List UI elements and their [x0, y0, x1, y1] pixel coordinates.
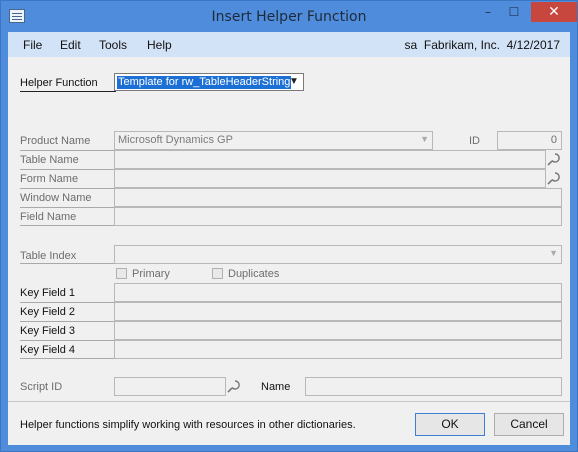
menu-bar: File Edit Tools Help sa Fabrikam, Inc. 4…: [8, 32, 570, 57]
key-field-2-field[interactable]: [114, 302, 562, 321]
helper-function-dropdown[interactable]: Template for rw_TableHeaderString ▼: [114, 73, 304, 91]
field-name-label: Field Name: [20, 211, 77, 223]
row-divider: [20, 263, 114, 264]
menu-help[interactable]: Help: [147, 38, 172, 52]
id-label: ID: [469, 135, 480, 147]
table-name-label: Table Name: [20, 154, 79, 166]
row-divider: [20, 207, 114, 208]
product-name-dropdown[interactable]: Microsoft Dynamics GP ▼: [114, 131, 433, 150]
key-field-3-field[interactable]: [114, 321, 562, 340]
field-name-field[interactable]: [114, 207, 562, 226]
primary-label: Primary: [132, 268, 170, 280]
form-name-label: Form Name: [20, 173, 79, 185]
table-index-dropdown[interactable]: ▼: [114, 245, 562, 264]
menu-tools[interactable]: Tools: [99, 38, 127, 52]
name-label: Name: [261, 381, 291, 393]
script-name-field[interactable]: [305, 377, 562, 396]
title-bar[interactable]: Insert Helper Function – ☐ ✕: [1, 1, 577, 32]
maximize-button[interactable]: ☐: [501, 2, 527, 22]
form-name-field[interactable]: [114, 169, 546, 188]
user-id: sa: [404, 38, 418, 52]
product-name-value: Microsoft Dynamics GP: [118, 134, 233, 146]
row-divider: [20, 358, 114, 359]
dialog-body: File Edit Tools Help sa Fabrikam, Inc. 4…: [8, 32, 570, 445]
key-field-4-label: Key Field 4: [20, 344, 76, 356]
window-name-label: Window Name: [20, 192, 92, 204]
helper-function-value: Template for rw_TableHeaderString: [117, 76, 292, 89]
row-divider: [20, 225, 114, 226]
lookup-icon[interactable]: [546, 170, 562, 186]
menu-edit[interactable]: Edit: [60, 38, 81, 52]
window-name-field[interactable]: [114, 188, 562, 207]
lookup-icon[interactable]: [546, 151, 562, 167]
chevron-down-icon: ▼: [549, 248, 558, 258]
helper-function-label: Helper Function: [20, 77, 98, 89]
table-index-label: Table Index: [20, 250, 77, 262]
primary-checkbox[interactable]: [116, 268, 127, 279]
row-divider: [20, 321, 114, 322]
script-id-label: Script ID: [20, 381, 63, 393]
id-field[interactable]: 0: [497, 131, 562, 150]
chevron-down-icon: ▼: [420, 134, 429, 144]
key-field-2-label: Key Field 2: [20, 306, 76, 318]
script-id-field[interactable]: [114, 377, 226, 396]
key-field-1-field[interactable]: [114, 283, 562, 302]
company-name: Fabrikam, Inc.: [423, 38, 500, 52]
minimize-button[interactable]: –: [475, 2, 501, 22]
chevron-down-icon[interactable]: ▼: [287, 75, 301, 89]
close-button[interactable]: ✕: [531, 2, 577, 22]
menu-file[interactable]: File: [23, 38, 42, 52]
row-divider: [20, 302, 114, 303]
user-company-date: sa Fabrikam, Inc. 4/12/2017: [405, 38, 560, 52]
footer: Helper functions simplify working with r…: [8, 402, 570, 445]
row-divider: [20, 188, 114, 189]
helper-function-underline: [20, 91, 116, 92]
lookup-icon[interactable]: [226, 378, 242, 394]
row-divider: [20, 340, 114, 341]
product-name-label: Product Name: [20, 135, 91, 147]
table-name-field[interactable]: [114, 150, 546, 169]
cancel-button[interactable]: Cancel: [494, 413, 564, 436]
key-field-4-field[interactable]: [114, 340, 562, 359]
row-divider: [20, 169, 114, 170]
dialog-window: Insert Helper Function – ☐ ✕ File Edit T…: [0, 0, 578, 452]
duplicates-checkbox[interactable]: [212, 268, 223, 279]
id-value: 0: [550, 134, 557, 146]
key-field-1-label: Key Field 1: [20, 287, 76, 299]
ok-button[interactable]: OK: [415, 413, 485, 436]
row-divider: [20, 150, 114, 151]
key-field-3-label: Key Field 3: [20, 325, 76, 337]
duplicates-label: Duplicates: [228, 268, 280, 280]
help-text: Helper functions simplify working with r…: [20, 419, 356, 431]
user-date: 4/12/2017: [506, 38, 560, 52]
